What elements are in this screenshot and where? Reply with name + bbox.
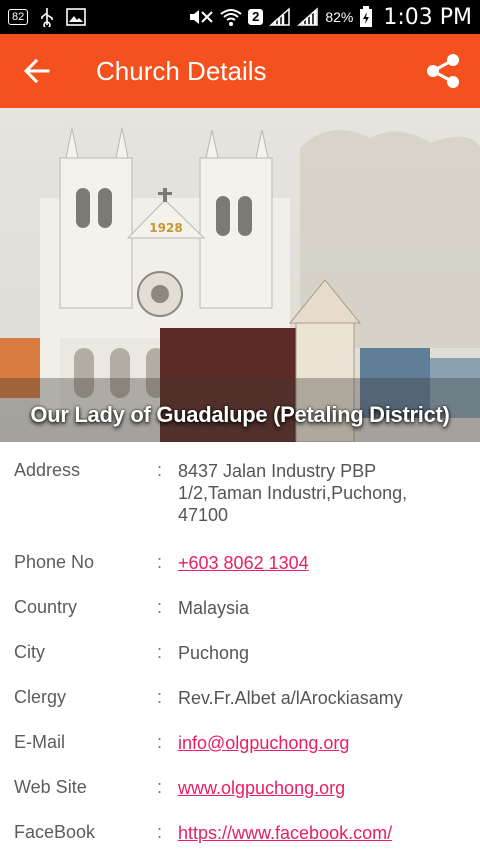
detail-separator: : <box>157 777 163 797</box>
arrow-left-icon <box>24 58 50 84</box>
detail-separator: : <box>157 687 163 707</box>
detail-row-address: Address : 8437 Jalan Industry PBP 1/2,Ta… <box>0 460 480 552</box>
svg-text:1928: 1928 <box>149 221 182 235</box>
signal-icon <box>269 7 291 26</box>
detail-row-email: E-Mail : info@olgpuchong.org <box>0 732 480 777</box>
website-link[interactable]: www.olgpuchong.org <box>178 777 438 822</box>
detail-separator: : <box>157 597 163 617</box>
share-icon <box>427 54 459 88</box>
clock: 1:03 PM <box>383 4 472 30</box>
detail-row-country: Country : Malaysia <box>0 597 480 642</box>
notification-count-badge: 82 <box>8 9 29 25</box>
detail-row-city: City : Puchong <box>0 642 480 687</box>
detail-row-phone: Phone No : +603 8062 1304 <box>0 552 480 597</box>
details-list: Address : 8437 Jalan Industry PBP 1/2,Ta… <box>0 442 480 867</box>
back-button[interactable] <box>0 34 74 108</box>
detail-separator: : <box>157 642 163 662</box>
detail-value-country: Malaysia <box>178 598 250 618</box>
app-bar: Church Details <box>0 34 480 108</box>
detail-value-address: 8437 Jalan Industry PBP 1/2,Taman Indust… <box>178 461 408 525</box>
detail-separator: : <box>157 822 163 842</box>
church-photo: 1928 Our Lady of Guadalupe (Petaling Dis… <box>0 108 480 442</box>
usb-icon <box>41 8 54 27</box>
signal-icon-2 <box>297 7 319 26</box>
network-badge: 2 <box>248 9 264 25</box>
mute-icon <box>190 10 213 24</box>
detail-label: Clergy <box>14 687 67 707</box>
share-button[interactable] <box>406 34 480 108</box>
detail-row-facebook: FaceBook : https://www.facebook.com/ <box>0 822 480 867</box>
image-icon <box>66 8 87 26</box>
detail-separator: : <box>157 460 163 480</box>
detail-value-city: Puchong <box>178 643 250 663</box>
detail-label: Phone No <box>14 552 95 572</box>
detail-separator: : <box>157 552 163 572</box>
church-illustration: 1928 <box>0 108 480 442</box>
detail-separator: : <box>157 732 163 752</box>
detail-row-clergy: Clergy : Rev.Fr.Albet a/lArockiasamy <box>0 687 480 732</box>
detail-label: Country <box>14 597 78 617</box>
detail-label: E-Mail <box>14 732 66 752</box>
battery-percent: 82% <box>325 9 354 25</box>
detail-value-clergy: Rev.Fr.Albet a/lArockiasamy <box>178 688 403 708</box>
status-bar: 82 2 82% 1:03 PM <box>0 0 480 34</box>
facebook-link[interactable]: https://www.facebook.com/ <box>178 822 438 867</box>
phone-link[interactable]: +603 8062 1304 <box>178 552 438 597</box>
detail-label: Address <box>14 460 81 480</box>
church-name: Our Lady of Guadalupe (Petaling District… <box>30 402 450 427</box>
email-link[interactable]: info@olgpuchong.org <box>178 732 438 777</box>
detail-label: City <box>14 642 45 662</box>
page-title: Church Details <box>96 55 267 86</box>
battery-charging-icon <box>360 6 373 27</box>
wifi-icon <box>220 9 242 26</box>
detail-label: FaceBook <box>14 822 96 842</box>
detail-label: Web Site <box>14 777 87 797</box>
detail-row-website: Web Site : www.olgpuchong.org <box>0 777 480 822</box>
